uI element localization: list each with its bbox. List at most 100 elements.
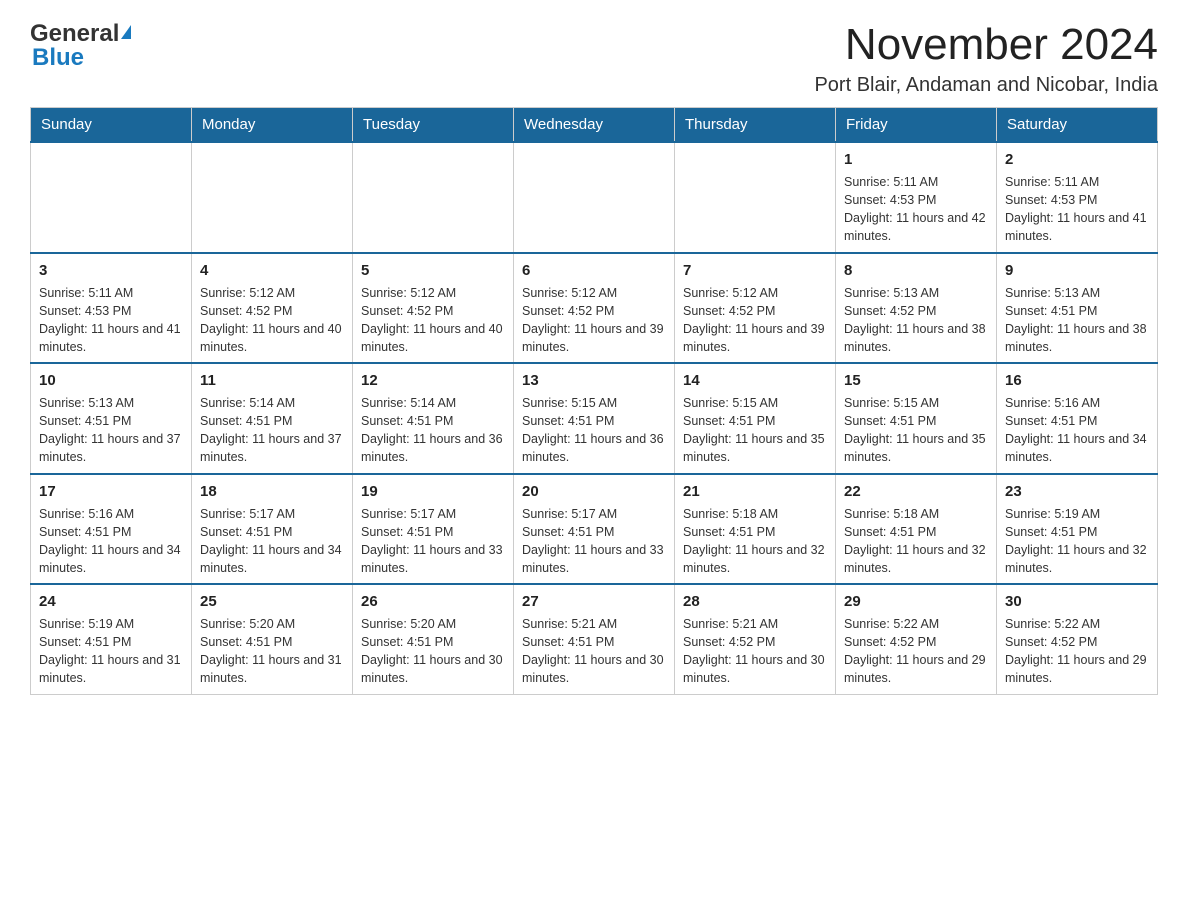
calendar-day-cell: 10Sunrise: 5:13 AM Sunset: 4:51 PM Dayli… [31, 363, 192, 474]
calendar-day-header: Thursday [675, 108, 836, 143]
day-number: 24 [39, 591, 183, 612]
calendar-week-row: 10Sunrise: 5:13 AM Sunset: 4:51 PM Dayli… [31, 363, 1158, 474]
calendar-week-row: 17 Sunrise: 5:16 AM Sunset: 4:51 PM Dayli… [31, 474, 1158, 585]
day-info: Sunrise: 5:18 AM Sunset: 4:51 PM Dayligh… [844, 505, 988, 578]
day-number: 29 [844, 591, 988, 612]
day-number: 14 [683, 370, 827, 391]
logo: General Blue [30, 20, 131, 72]
calendar-day-cell: 29 Sunrise: 5:22 AM Sunset: 4:52 PM Dayli… [836, 584, 997, 694]
title-area: November 2024 Port Blair, Andaman and Ni… [814, 20, 1158, 97]
calendar-day-cell: 18Sunrise: 5:17 AM Sunset: 4:51 PM Dayli… [192, 474, 353, 585]
calendar-day-cell: 22 Sunrise: 5:18 AM Sunset: 4:51 PM Dayli… [836, 474, 997, 585]
calendar-day-cell: 20 Sunrise: 5:17 AM Sunset: 4:51 PM Dayli… [514, 474, 675, 585]
calendar-day-cell: 13Sunrise: 5:15 AM Sunset: 4:51 PM Dayli… [514, 363, 675, 474]
day-info: Sunrise: 5:17 AM Sunset: 4:51 PM Dayligh… [361, 505, 505, 578]
day-number: 5 [361, 260, 505, 281]
calendar-day-cell: 7 Sunrise: 5:12 AM Sunset: 4:52 PM Daylig… [675, 253, 836, 364]
day-info: Sunrise: 5:16 AM Sunset: 4:51 PM Dayligh… [39, 505, 183, 578]
calendar-day-cell: 16Sunrise: 5:16 AM Sunset: 4:51 PM Dayli… [997, 363, 1158, 474]
day-info: Sunrise: 5:11 AM Sunset: 4:53 PM Dayligh… [1005, 173, 1149, 246]
day-info: Sunrise: 5:15 AM Sunset: 4:51 PM Dayligh… [522, 394, 666, 467]
day-info: Sunrise: 5:12 AM Sunset: 4:52 PM Dayligh… [200, 284, 344, 357]
day-info: Sunrise: 5:12 AM Sunset: 4:52 PM Dayligh… [522, 284, 666, 357]
day-number: 9 [1005, 260, 1149, 281]
day-info: Sunrise: 5:14 AM Sunset: 4:51 PM Dayligh… [200, 394, 344, 467]
calendar-day-cell: 3Sunrise: 5:11 AM Sunset: 4:53 PM Daylig… [31, 253, 192, 364]
calendar-day-cell: 30 Sunrise: 5:22 AM Sunset: 4:52 PM Dayli… [997, 584, 1158, 694]
day-number: 10 [39, 370, 183, 391]
day-number: 2 [1005, 149, 1149, 170]
day-number: 4 [200, 260, 344, 281]
calendar-day-cell [31, 142, 192, 253]
day-number: 17 [39, 481, 183, 502]
calendar-day-cell: 28 Sunrise: 5:21 AM Sunset: 4:52 PM Dayli… [675, 584, 836, 694]
calendar-week-row: 1Sunrise: 5:11 AM Sunset: 4:53 PM Daylig… [31, 142, 1158, 253]
calendar-day-cell: 15Sunrise: 5:15 AM Sunset: 4:51 PM Dayli… [836, 363, 997, 474]
day-number: 27 [522, 591, 666, 612]
day-info: Sunrise: 5:17 AM Sunset: 4:51 PM Dayligh… [522, 505, 666, 578]
calendar-table: SundayMondayTuesdayWednesdayThursdayFrid… [30, 107, 1158, 695]
day-number: 25 [200, 591, 344, 612]
day-info: Sunrise: 5:19 AM Sunset: 4:51 PM Dayligh… [1005, 505, 1149, 578]
day-number: 19 [361, 481, 505, 502]
day-number: 30 [1005, 591, 1149, 612]
day-number: 28 [683, 591, 827, 612]
calendar-day-cell: 6 Sunrise: 5:12 AM Sunset: 4:52 PM Daylig… [514, 253, 675, 364]
day-info: Sunrise: 5:11 AM Sunset: 4:53 PM Dayligh… [844, 173, 988, 246]
day-info: Sunrise: 5:14 AM Sunset: 4:51 PM Dayligh… [361, 394, 505, 467]
day-info: Sunrise: 5:13 AM Sunset: 4:52 PM Dayligh… [844, 284, 988, 357]
calendar-day-header: Sunday [31, 108, 192, 143]
calendar-day-header: Saturday [997, 108, 1158, 143]
calendar-day-cell: 1Sunrise: 5:11 AM Sunset: 4:53 PM Daylig… [836, 142, 997, 253]
day-number: 11 [200, 370, 344, 391]
calendar-day-cell: 12Sunrise: 5:14 AM Sunset: 4:51 PM Dayli… [353, 363, 514, 474]
day-info: Sunrise: 5:20 AM Sunset: 4:51 PM Dayligh… [200, 615, 344, 688]
day-info: Sunrise: 5:18 AM Sunset: 4:51 PM Dayligh… [683, 505, 827, 578]
day-info: Sunrise: 5:17 AM Sunset: 4:51 PM Dayligh… [200, 505, 344, 578]
calendar-day-cell: 9 Sunrise: 5:13 AM Sunset: 4:51 PM Daylig… [997, 253, 1158, 364]
day-number: 8 [844, 260, 988, 281]
logo-blue-text: Blue [32, 44, 84, 72]
day-number: 21 [683, 481, 827, 502]
calendar-day-cell [514, 142, 675, 253]
day-info: Sunrise: 5:21 AM Sunset: 4:52 PM Dayligh… [683, 615, 827, 688]
day-number: 7 [683, 260, 827, 281]
calendar-day-header: Wednesday [514, 108, 675, 143]
calendar-day-cell: 17 Sunrise: 5:16 AM Sunset: 4:51 PM Dayli… [31, 474, 192, 585]
calendar-day-cell: 2 Sunrise: 5:11 AM Sunset: 4:53 PM Daylig… [997, 142, 1158, 253]
calendar-day-header: Tuesday [353, 108, 514, 143]
day-number: 26 [361, 591, 505, 612]
calendar-day-cell: 23Sunrise: 5:19 AM Sunset: 4:51 PM Dayli… [997, 474, 1158, 585]
calendar-day-cell: 27 Sunrise: 5:21 AM Sunset: 4:51 PM Dayli… [514, 584, 675, 694]
day-info: Sunrise: 5:22 AM Sunset: 4:52 PM Dayligh… [844, 615, 988, 688]
logo-arrow-icon [121, 25, 131, 39]
calendar-day-cell: 19 Sunrise: 5:17 AM Sunset: 4:51 PM Dayli… [353, 474, 514, 585]
calendar-day-cell: 4 Sunrise: 5:12 AM Sunset: 4:52 PM Daylig… [192, 253, 353, 364]
day-number: 15 [844, 370, 988, 391]
calendar-subtitle: Port Blair, Andaman and Nicobar, India [814, 74, 1158, 97]
day-info: Sunrise: 5:13 AM Sunset: 4:51 PM Dayligh… [1005, 284, 1149, 357]
day-number: 22 [844, 481, 988, 502]
calendar-week-row: 24 Sunrise: 5:19 AM Sunset: 4:51 PM Dayli… [31, 584, 1158, 694]
calendar-day-cell: 24 Sunrise: 5:19 AM Sunset: 4:51 PM Dayli… [31, 584, 192, 694]
calendar-day-cell: 14Sunrise: 5:15 AM Sunset: 4:51 PM Dayli… [675, 363, 836, 474]
calendar-day-cell: 5Sunrise: 5:12 AM Sunset: 4:52 PM Daylig… [353, 253, 514, 364]
calendar-day-cell [192, 142, 353, 253]
calendar-week-row: 3Sunrise: 5:11 AM Sunset: 4:53 PM Daylig… [31, 253, 1158, 364]
calendar-day-header: Friday [836, 108, 997, 143]
day-info: Sunrise: 5:19 AM Sunset: 4:51 PM Dayligh… [39, 615, 183, 688]
day-number: 6 [522, 260, 666, 281]
calendar-day-cell: 11 Sunrise: 5:14 AM Sunset: 4:51 PM Dayli… [192, 363, 353, 474]
day-number: 16 [1005, 370, 1149, 391]
day-info: Sunrise: 5:12 AM Sunset: 4:52 PM Dayligh… [683, 284, 827, 357]
calendar-day-cell: 25 Sunrise: 5:20 AM Sunset: 4:51 PM Dayli… [192, 584, 353, 694]
calendar-day-cell: 8 Sunrise: 5:13 AM Sunset: 4:52 PM Daylig… [836, 253, 997, 364]
calendar-day-cell [353, 142, 514, 253]
calendar-header-row: SundayMondayTuesdayWednesdayThursdayFrid… [31, 108, 1158, 143]
calendar-day-cell: 21 Sunrise: 5:18 AM Sunset: 4:51 PM Dayli… [675, 474, 836, 585]
day-info: Sunrise: 5:21 AM Sunset: 4:51 PM Dayligh… [522, 615, 666, 688]
day-info: Sunrise: 5:22 AM Sunset: 4:52 PM Dayligh… [1005, 615, 1149, 688]
day-number: 20 [522, 481, 666, 502]
calendar-day-header: Monday [192, 108, 353, 143]
page-header: General Blue November 2024 Port Blair, A… [30, 20, 1158, 97]
